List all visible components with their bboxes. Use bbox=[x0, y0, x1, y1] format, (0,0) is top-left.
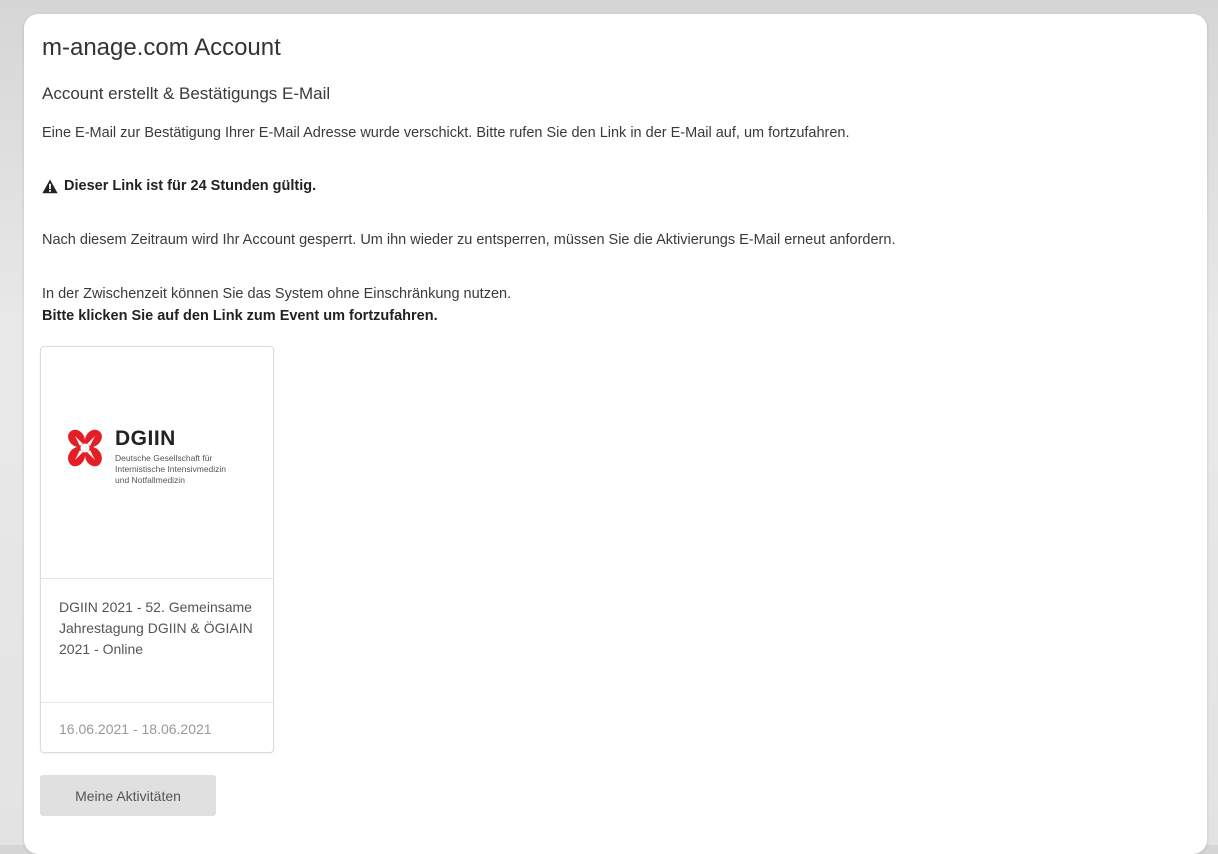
cta-notice-text: Bitte klicken Sie auf den Link zum Event… bbox=[42, 308, 438, 324]
lock-notice-text: Nach diesem Zeitraum wird Ihr Account ge… bbox=[42, 232, 896, 248]
account-panel: m-anage.com Account Account erstellt & B… bbox=[24, 14, 1207, 854]
confirmation-info-text: Eine E-Mail zur Bestätigung Ihrer E-Mail… bbox=[42, 125, 850, 141]
event-card-image: DGIIN Deutsche Gesellschaft für Internis… bbox=[41, 347, 273, 579]
event-dates: 16.06.2021 - 18.06.2021 bbox=[41, 702, 273, 752]
validity-warning: Dieser Link ist für 24 Stunden gültig. bbox=[42, 178, 316, 194]
event-card[interactable]: DGIIN Deutsche Gesellschaft für Internis… bbox=[40, 346, 274, 753]
event-title[interactable]: DGIIN 2021 - 52. Gemeinsame Jahrestagung… bbox=[59, 597, 259, 660]
dgiin-logo: DGIIN Deutsche Gesellschaft für Internis… bbox=[63, 427, 253, 499]
logo-name: DGIIN bbox=[115, 427, 176, 450]
page-subtitle: Account erstellt & Bestätigungs E-Mail bbox=[42, 84, 331, 103]
logo-subtitle-line: Internistische Intensivmedizin bbox=[115, 464, 227, 474]
interim-notice-text: In der Zwischenzeit können Sie das Syste… bbox=[42, 286, 512, 302]
warning-triangle-icon bbox=[42, 179, 58, 194]
logo-subtitle: Deutsche Gesellschaft für Internistische… bbox=[115, 453, 255, 486]
logo-subtitle-line: Deutsche Gesellschaft für bbox=[115, 453, 213, 463]
my-activities-button[interactable]: Meine Aktivitäten bbox=[40, 775, 216, 816]
warning-text: Dieser Link ist für 24 Stunden gültig. bbox=[64, 178, 317, 194]
event-date-range: 16.06.2021 - 18.06.2021 bbox=[59, 721, 212, 737]
page-title: m-anage.com Account bbox=[42, 34, 281, 61]
logo-subtitle-line: und Notfallmedizin bbox=[115, 475, 185, 485]
dgiin-logo-icon bbox=[68, 429, 102, 467]
